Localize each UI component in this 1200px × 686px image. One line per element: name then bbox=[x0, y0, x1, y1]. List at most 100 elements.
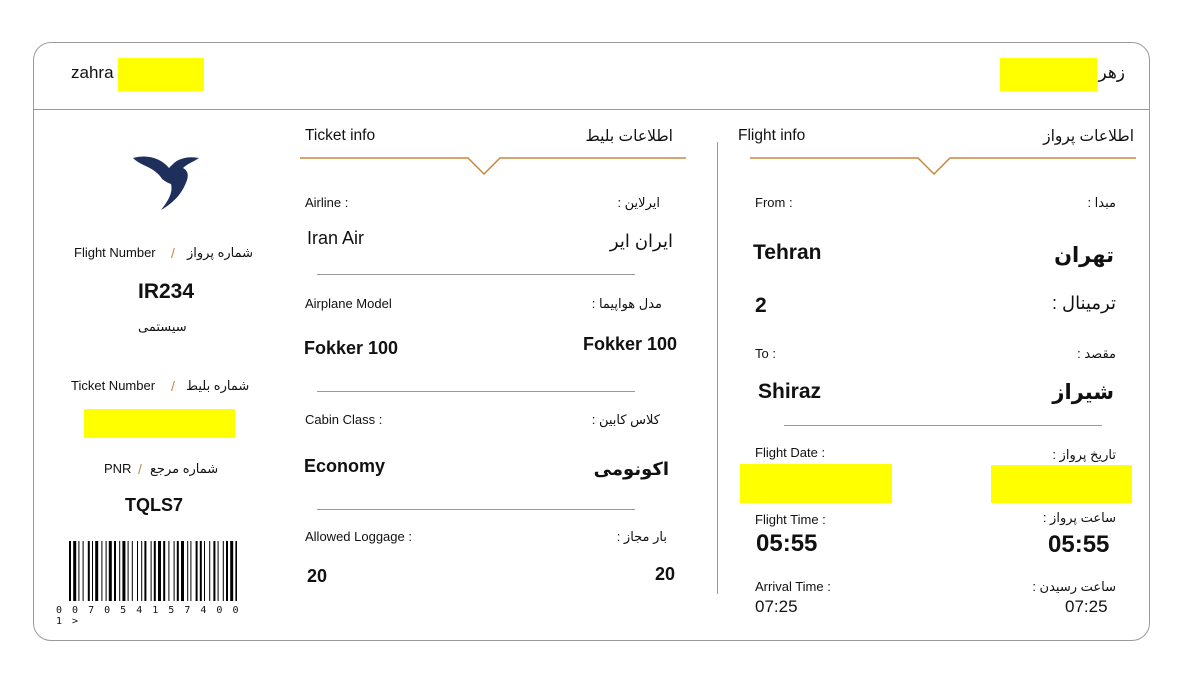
cabin-class-value-fa: اکونومی bbox=[593, 459, 669, 479]
barcode-bar bbox=[187, 541, 189, 601]
cabin-class-value-en: Economy bbox=[304, 456, 386, 476]
barcode-bar bbox=[213, 541, 216, 601]
ticket-info-title-rule bbox=[300, 157, 686, 176]
redacted-surname-fa bbox=[1000, 58, 1097, 91]
redacted-surname-en bbox=[118, 58, 204, 91]
arrival-time-label-en: Arrival Time : bbox=[755, 579, 831, 594]
label-separator: / bbox=[171, 245, 175, 261]
ticket-number-label-en: Ticket Number bbox=[71, 378, 156, 393]
ticket-number-label-fa: شماره بلیط bbox=[186, 378, 250, 393]
passenger-name-fa: زهرا bbox=[1093, 63, 1125, 82]
flight-info-title-en: Flight info bbox=[738, 127, 806, 144]
barcode-bar bbox=[209, 541, 211, 601]
airline-value-fa: ایران ایر bbox=[609, 231, 673, 251]
to-value-en: Shiraz bbox=[758, 380, 822, 403]
barcode-bar bbox=[153, 541, 156, 601]
arrival-time-value-fa: 07:25 bbox=[1065, 597, 1108, 616]
airline-value-en: Iran Air bbox=[307, 228, 365, 248]
to-label-fa: مقصد : bbox=[1077, 346, 1116, 361]
barcode-bar bbox=[176, 541, 179, 601]
barcode-bar bbox=[92, 541, 93, 601]
divider bbox=[317, 509, 635, 510]
barcode-bar bbox=[95, 541, 99, 601]
barcode-bar bbox=[105, 541, 107, 601]
section-divider bbox=[717, 142, 718, 594]
terminal-label-fa: ترمینال : bbox=[1051, 293, 1116, 313]
ticket-info-title-fa: اطلاعات بلیط bbox=[585, 128, 673, 145]
flight-time-value-en: 05:55 bbox=[756, 530, 818, 557]
barcode-bar bbox=[173, 541, 175, 601]
barcode-bar bbox=[144, 541, 147, 601]
from-value-fa: تهران bbox=[1054, 244, 1114, 267]
airplane-model-label-en: Airplane Model bbox=[305, 296, 392, 311]
from-value-en: Tehran bbox=[753, 241, 822, 264]
allowed-luggage-value-en: 20 bbox=[307, 566, 328, 586]
flight-time-label-fa: ساعت پرواز : bbox=[1042, 510, 1116, 525]
cabin-class-label-fa: کلاس کابین : bbox=[591, 412, 660, 427]
flight-info-title-rule bbox=[750, 157, 1136, 176]
barcode-bar bbox=[181, 541, 184, 601]
to-value-fa: شیراز bbox=[1052, 381, 1114, 404]
passenger-name-en: zahra bbox=[71, 63, 114, 82]
arrival-time-label-fa: ساعت رسیدن : bbox=[1032, 579, 1116, 594]
label-separator: / bbox=[171, 378, 175, 394]
allowed-luggage-value-fa: 20 bbox=[655, 564, 676, 584]
flight-number-label-en: Flight Number bbox=[74, 245, 156, 260]
airplane-model-label-fa: مدل هواپیما : bbox=[591, 296, 662, 311]
header-divider bbox=[34, 109, 1149, 110]
barcode-digits: 0 0 7 0 5 4 1 5 7 4 0 0 1 > bbox=[56, 605, 241, 627]
airline-label-en: Airline : bbox=[305, 195, 349, 210]
barcode-bar bbox=[119, 541, 121, 601]
airplane-model-value-en: Fokker 100 bbox=[304, 338, 399, 358]
barcode-bar bbox=[226, 541, 228, 601]
barcode-bar bbox=[230, 541, 234, 601]
barcode-bar bbox=[108, 541, 112, 601]
redacted-flight-date-en bbox=[740, 464, 892, 503]
allowed-luggage-label-fa: بار مجاز : bbox=[616, 529, 667, 544]
barcode-bar bbox=[150, 541, 152, 601]
barcode-bar bbox=[137, 541, 138, 601]
flight-number-value: IR234 bbox=[138, 280, 195, 303]
flight-date-label-fa: تاریخ پرواز : bbox=[1052, 447, 1116, 462]
barcode-bar bbox=[87, 541, 90, 601]
label-separator: / bbox=[138, 461, 142, 477]
flight-info-title-fa: اطلاعات پرواز bbox=[1043, 128, 1134, 145]
flight-type-fa: سیستمی bbox=[138, 319, 187, 334]
barcode-bar bbox=[168, 541, 170, 601]
barcode-bar bbox=[114, 541, 116, 601]
barcode-bar bbox=[199, 541, 202, 601]
flight-time-label-en: Flight Time : bbox=[755, 512, 826, 527]
iran-air-homa-logo-icon bbox=[133, 156, 199, 210]
pnr-label-en: PNR bbox=[104, 461, 132, 476]
allowed-luggage-label-en: Allowed Loggage : bbox=[305, 529, 412, 544]
divider bbox=[317, 274, 635, 275]
barcode-bar bbox=[82, 541, 84, 601]
airline-label-fa: ایرلاین : bbox=[617, 195, 660, 210]
flight-number-label-fa: شماره پرواز bbox=[187, 245, 254, 260]
redacted-ticket-number bbox=[84, 409, 235, 438]
barcode-bar bbox=[141, 541, 143, 601]
barcode-bar bbox=[78, 541, 80, 601]
barcode-bar bbox=[131, 541, 133, 601]
barcode-bar bbox=[235, 541, 237, 601]
flight-date-label-en: Flight Date : bbox=[755, 445, 826, 460]
barcode-bar bbox=[122, 541, 126, 601]
cabin-class-label-en: Cabin Class : bbox=[305, 412, 383, 427]
barcode-bar bbox=[158, 541, 161, 601]
barcode-bar bbox=[217, 541, 219, 601]
barcode-bar bbox=[101, 541, 103, 601]
pnr-value: TQLS7 bbox=[125, 495, 184, 515]
ticket-info-title-en: Ticket info bbox=[305, 127, 376, 144]
terminal-value: 2 bbox=[755, 294, 767, 317]
barcode-bar bbox=[127, 541, 129, 601]
barcode-bar bbox=[195, 541, 198, 601]
barcode-bar bbox=[73, 541, 77, 601]
arrival-time-value-en: 07:25 bbox=[755, 597, 798, 616]
barcode-bar bbox=[190, 541, 192, 601]
barcode-bar bbox=[222, 541, 224, 601]
redacted-flight-date-fa bbox=[991, 465, 1132, 503]
barcode bbox=[69, 541, 237, 601]
barcode-bar bbox=[163, 541, 166, 601]
from-label-fa: مبدا : bbox=[1087, 195, 1116, 210]
airplane-model-value-fa: Fokker 100 bbox=[583, 334, 678, 354]
